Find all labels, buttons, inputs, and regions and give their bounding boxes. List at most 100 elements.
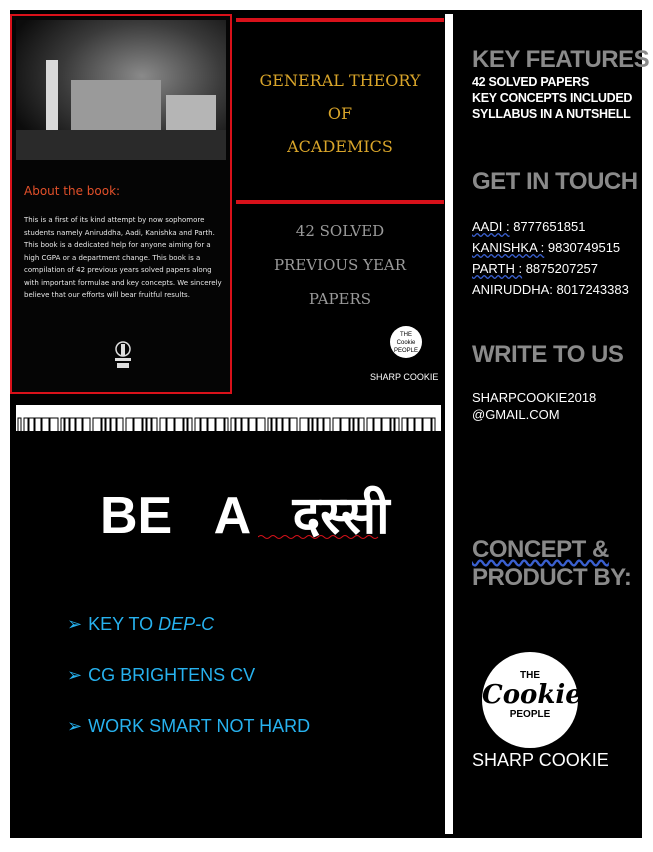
shelf-book bbox=[23, 417, 29, 433]
shelf-book bbox=[110, 417, 117, 433]
shelf-book bbox=[267, 417, 272, 433]
features-section: KEY FEATURES 42 SOLVED PAPERS KEY CONCEP… bbox=[472, 46, 650, 122]
feature-item: 42 SOLVED PAPERS bbox=[472, 75, 589, 89]
arrow-bullet-icon: ➢ bbox=[67, 665, 83, 685]
shelf-book bbox=[407, 417, 415, 433]
shelf-book bbox=[105, 417, 111, 433]
list-item: ➢ KEY TO DEP-C bbox=[67, 614, 215, 634]
email-address: SHARPCOOKIE2018 @GMAIL.COM bbox=[472, 390, 597, 422]
shelf-book bbox=[187, 417, 193, 433]
shelf-book bbox=[390, 417, 395, 433]
shelf-book bbox=[381, 417, 391, 433]
shelf-book bbox=[151, 417, 158, 433]
shelf-book bbox=[422, 417, 432, 433]
shelf-book bbox=[235, 417, 242, 433]
shelf-book bbox=[34, 417, 42, 433]
shelf-book bbox=[75, 417, 83, 433]
shelf-book bbox=[256, 417, 266, 433]
feature-item: KEY CONCEPTS INCLUDED bbox=[472, 91, 633, 105]
shelf-book bbox=[28, 417, 35, 433]
cookie-people-logo-small: THE Cookie PEOPLE bbox=[390, 326, 422, 358]
shelf-book bbox=[241, 417, 249, 433]
arrow-bullet-icon: ➢ bbox=[67, 716, 83, 736]
list-item: ➢ CG BRIGHTENS CV bbox=[67, 665, 256, 685]
shelf-book bbox=[200, 417, 208, 433]
shelf-book bbox=[271, 417, 277, 433]
about-heading: About the book: bbox=[24, 184, 121, 198]
shelf-book bbox=[101, 417, 106, 433]
shelf-book bbox=[340, 417, 350, 433]
book-cover-front: GENERAL THEORY OF ACADEMICS 42 SOLVED PR… bbox=[236, 14, 444, 394]
shelf-book bbox=[248, 417, 257, 433]
book-subtitle: 42 SOLVED PREVIOUS YEAR PAPERS bbox=[273, 222, 407, 308]
book-cover-back: About the book: This is a first of its k… bbox=[10, 14, 232, 394]
shelf-book bbox=[401, 417, 408, 433]
shelf-book bbox=[125, 417, 134, 433]
shelf-base bbox=[16, 431, 441, 434]
shelf-book bbox=[289, 417, 298, 433]
contact-item: AADI : 8777651851 bbox=[472, 219, 586, 234]
shelf-book bbox=[323, 417, 331, 433]
shelf-book bbox=[174, 417, 184, 433]
shelf-book bbox=[49, 417, 59, 433]
contact-section: GET IN TOUCH AADI : 8777651851 KANISHKA … bbox=[472, 168, 638, 300]
shelf-book bbox=[194, 417, 201, 433]
shelf-book bbox=[133, 417, 143, 433]
credit-heading: CONCEPT & PRODUCT BY: bbox=[472, 536, 632, 591]
contact-item: ANIRUDDHA: 8017243383 bbox=[472, 282, 629, 297]
small-brand-name: SHARP COOKIE bbox=[370, 372, 439, 382]
shelf-book bbox=[431, 417, 436, 433]
shelf-book bbox=[282, 417, 290, 433]
shelf-book bbox=[183, 417, 188, 433]
shelf-book bbox=[17, 417, 22, 433]
contact-heading: GET IN TOUCH bbox=[472, 168, 638, 195]
shelf-book bbox=[41, 417, 50, 433]
shelf-book bbox=[166, 417, 175, 433]
institute-emblem-icon bbox=[115, 341, 131, 368]
shelf-book bbox=[207, 417, 216, 433]
arrow-bullet-icon: ➢ bbox=[67, 614, 83, 634]
campus-photo bbox=[16, 20, 226, 160]
shelf-book bbox=[353, 417, 359, 433]
shelf-book bbox=[349, 417, 354, 433]
shelf-book bbox=[159, 417, 167, 433]
shelf-book bbox=[276, 417, 283, 433]
column-divider bbox=[445, 14, 453, 834]
shelf-book bbox=[215, 417, 225, 433]
shelf-book bbox=[142, 417, 147, 433]
shelf-book bbox=[414, 417, 423, 433]
cookie-people-logo: THE Cookie PEOPLE bbox=[482, 652, 582, 748]
shelf-book bbox=[299, 417, 309, 433]
benefit-list: ➢ KEY TO DEP-C ➢ CG BRIGHTENS CV ➢ WORK SMA… bbox=[67, 614, 310, 767]
shelf-book bbox=[373, 417, 382, 433]
spellcheck-squiggle bbox=[258, 535, 379, 539]
shelf-book bbox=[312, 417, 318, 433]
write-heading: WRITE TO US bbox=[472, 341, 624, 368]
shelf-book bbox=[60, 417, 65, 433]
shelf-book bbox=[116, 417, 124, 433]
credit-section: CONCEPT & PRODUCT BY: bbox=[472, 536, 632, 592]
shelf-book bbox=[394, 417, 400, 433]
shelf-book bbox=[224, 417, 229, 433]
shelf-book bbox=[82, 417, 91, 433]
list-item: ➢ WORK SMART NOT HARD bbox=[67, 716, 311, 736]
about-paragraph: This is a first of its kind attempt by n… bbox=[24, 216, 222, 299]
shelf-book bbox=[64, 417, 70, 433]
feature-item: SYLLABUS IN A NUTSHELL bbox=[472, 107, 631, 121]
contact-item: PARTH : 8875207257 bbox=[472, 261, 599, 276]
shelf-book bbox=[358, 417, 365, 433]
shelf-book bbox=[146, 417, 152, 433]
brand-name: SHARP COOKIE bbox=[472, 750, 609, 770]
shelf-book bbox=[92, 417, 102, 433]
shelf-book bbox=[230, 417, 236, 433]
features-heading: KEY FEATURES bbox=[472, 46, 650, 73]
shelf-book bbox=[366, 417, 374, 433]
shelf-book bbox=[69, 417, 76, 433]
bookshelf-banner bbox=[16, 405, 441, 434]
write-section: WRITE TO US SHARPCOOKIE2018 @GMAIL.COM bbox=[472, 341, 624, 423]
shelf-book bbox=[332, 417, 341, 433]
shelf-book bbox=[308, 417, 313, 433]
shelf-book bbox=[317, 417, 324, 433]
contact-item: KANISHKA : 9830749515 bbox=[472, 240, 621, 255]
book-title: GENERAL THEORY OF ACADEMICS bbox=[259, 71, 421, 156]
